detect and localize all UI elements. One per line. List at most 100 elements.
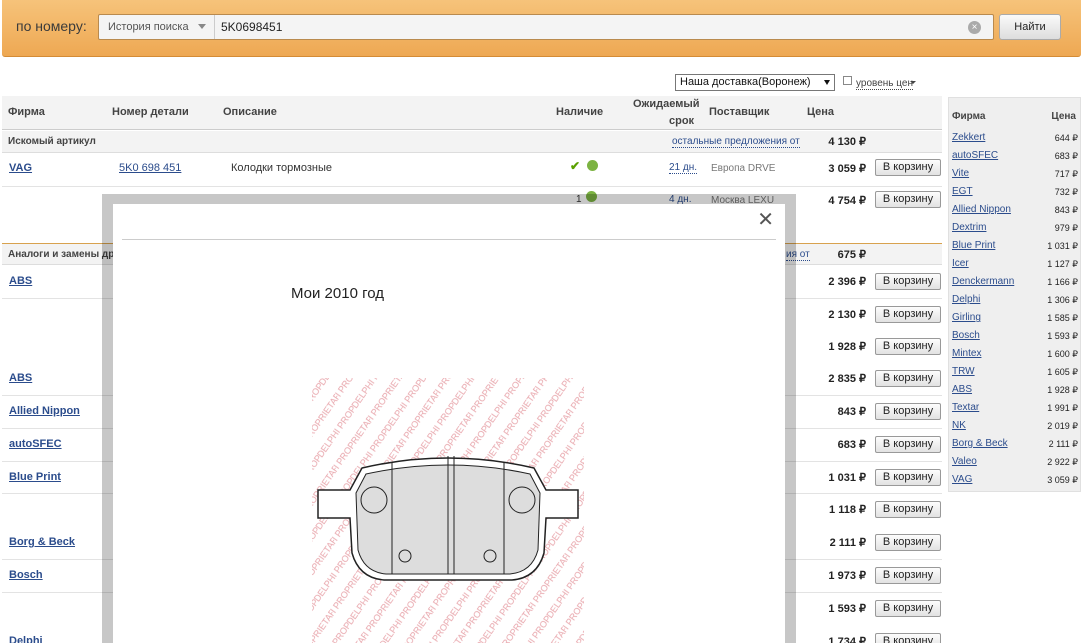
sidebar-item[interactable]: Zekkert 644 ₽: [949, 129, 1082, 147]
sidebar-item[interactable]: autoSFEC 683 ₽: [949, 147, 1082, 165]
sidebar-brand-link[interactable]: Icer: [952, 258, 969, 269]
sidebar-item[interactable]: NK 2 019 ₽: [949, 417, 1082, 435]
sidebar-price: 1 166 ₽: [1047, 277, 1078, 287]
chevron-down-icon: [198, 24, 206, 29]
add-to-cart-button[interactable]: В корзину: [875, 191, 941, 208]
sidebar-brand-link[interactable]: Bosch: [952, 330, 980, 341]
modal-divider: [122, 239, 776, 240]
add-to-cart-button[interactable]: В корзину: [875, 338, 941, 355]
brand-link[interactable]: Bosch: [9, 569, 43, 581]
sidebar-brand-link[interactable]: Denckermann: [952, 276, 1014, 287]
brand-link[interactable]: VAG: [9, 162, 32, 174]
sidebar-item[interactable]: VAG 3 059 ₽: [949, 471, 1082, 489]
sidebar-item[interactable]: TRW 1 605 ₽: [949, 363, 1082, 381]
sidebar-item[interactable]: ABS 1 928 ₽: [949, 381, 1082, 399]
sidebar-brand-link[interactable]: Allied Nippon: [952, 204, 1011, 215]
brand-link[interactable]: Allied Nippon: [9, 405, 80, 417]
sidebar-brand-link[interactable]: NK: [952, 420, 966, 431]
add-to-cart-button[interactable]: В корзину: [875, 501, 941, 518]
sidebar-header-price: Цена: [1051, 111, 1076, 122]
sidebar-item[interactable]: Allied Nippon 843 ₽: [949, 201, 1082, 219]
add-to-cart-button[interactable]: В корзину: [875, 600, 941, 617]
add-to-cart-button[interactable]: В корзину: [875, 273, 941, 290]
price-sidebar: Фирма Цена Zekkert 644 ₽ autoSFEC 683 ₽ Vite…: [948, 97, 1081, 492]
brand-link[interactable]: Delphi: [9, 635, 43, 643]
header-expected: Ожидаемый: [633, 98, 700, 110]
price: 4 754 ₽: [828, 195, 866, 207]
price: 2 130 ₽: [828, 309, 866, 321]
brand-link[interactable]: autoSFEC: [9, 438, 62, 450]
sidebar-brand-link[interactable]: Delphi: [952, 294, 980, 305]
header-description: Описание: [223, 106, 277, 118]
find-button[interactable]: Найти: [999, 14, 1061, 40]
delivery-days[interactable]: 21 дн.: [669, 162, 698, 174]
brand-link[interactable]: ABS: [9, 372, 32, 384]
sidebar-brand-link[interactable]: ABS: [952, 384, 972, 395]
add-to-cart-button[interactable]: В корзину: [875, 403, 941, 420]
price: 1 031 ₽: [828, 472, 866, 484]
price-level-link[interactable]: уровень цен: [856, 78, 913, 90]
add-to-cart-button[interactable]: В корзину: [875, 534, 941, 551]
add-to-cart-button[interactable]: В корзину: [875, 436, 941, 453]
section-title: Аналоги и замены др: [8, 249, 115, 260]
sidebar-brand-link[interactable]: Borg & Beck: [952, 438, 1008, 449]
sidebar-brand-link[interactable]: Blue Print: [952, 240, 995, 251]
part-number-link[interactable]: 5K0 698 451: [119, 162, 181, 174]
sidebar-price: 1 306 ₽: [1047, 295, 1078, 305]
sidebar-item[interactable]: Girling 1 585 ₽: [949, 309, 1082, 327]
add-to-cart-button[interactable]: В корзину: [875, 633, 941, 643]
sidebar-brand-link[interactable]: Textar: [952, 402, 979, 413]
sidebar-price: 979 ₽: [1054, 223, 1078, 233]
add-to-cart-button[interactable]: В корзину: [875, 567, 941, 584]
sidebar-brand-link[interactable]: Mintex: [952, 348, 981, 359]
brand-link[interactable]: Blue Print: [9, 471, 61, 483]
sidebar-brand-link[interactable]: Valeo: [952, 456, 977, 467]
price: 2 111 ₽: [829, 537, 866, 549]
sidebar-item[interactable]: Vite 717 ₽: [949, 165, 1082, 183]
sidebar-item[interactable]: Borg & Beck 2 111 ₽: [949, 435, 1082, 453]
brand-link[interactable]: ABS: [9, 275, 32, 287]
sidebar-item[interactable]: Blue Print 1 031 ₽: [949, 237, 1082, 255]
sidebar-brand-link[interactable]: autoSFEC: [952, 150, 998, 161]
sidebar-item[interactable]: Textar 1 991 ₽: [949, 399, 1082, 417]
brand-link[interactable]: Borg & Beck: [9, 536, 75, 548]
sidebar-item[interactable]: Valeo 2 922 ₽: [949, 453, 1082, 471]
sidebar-item[interactable]: Mintex 1 600 ₽: [949, 345, 1082, 363]
clear-icon[interactable]: ×: [968, 21, 981, 34]
other-offers-link[interactable]: остальные предложения от: [672, 136, 800, 148]
brake-pad-image: DELPHI PROPRIETARY DELPHI PROPRIETARY: [312, 378, 584, 643]
sidebar-price: 683 ₽: [1054, 151, 1078, 161]
delivery-select[interactable]: Наша доставка(Воронеж): [675, 74, 835, 91]
price-level-checkbox[interactable]: [843, 76, 852, 85]
search-input[interactable]: История поиска 5K0698451 ×: [98, 14, 994, 40]
add-to-cart-button[interactable]: В корзину: [875, 306, 941, 323]
sidebar-brand-link[interactable]: VAG: [952, 474, 972, 485]
sidebar-item[interactable]: EGT 732 ₽: [949, 183, 1082, 201]
sidebar-brand-link[interactable]: EGT: [952, 186, 973, 197]
sidebar-item[interactable]: Icer 1 127 ₽: [949, 255, 1082, 273]
add-to-cart-button[interactable]: В корзину: [875, 159, 941, 176]
price: 1 973 ₽: [828, 570, 866, 582]
supplier: Европа DRVE: [711, 163, 776, 174]
price: 2 835 ₽: [828, 373, 866, 385]
sidebar-price: 843 ₽: [1054, 205, 1078, 215]
sidebar-item[interactable]: Dextrim 979 ₽: [949, 219, 1082, 237]
sidebar-item[interactable]: Denckermann 1 166 ₽: [949, 273, 1082, 291]
sidebar-brand-link[interactable]: Girling: [952, 312, 981, 323]
sidebar-price: 2 922 ₽: [1047, 457, 1078, 467]
search-history-label: История поиска: [108, 21, 189, 33]
sidebar-item[interactable]: Bosch 1 593 ₽: [949, 327, 1082, 345]
sidebar-item[interactable]: Delphi 1 306 ₽: [949, 291, 1082, 309]
price: 1 928 ₽: [828, 341, 866, 353]
delivery-select-value: Наша доставка(Воронеж): [680, 76, 811, 88]
close-icon[interactable]: ✕: [757, 210, 774, 230]
sidebar-brand-link[interactable]: TRW: [952, 366, 975, 377]
add-to-cart-button[interactable]: В корзину: [875, 469, 941, 486]
sidebar-brand-link[interactable]: Dextrim: [952, 222, 986, 233]
sidebar-brand-link[interactable]: Zekkert: [952, 132, 985, 143]
add-to-cart-button[interactable]: В корзину: [875, 370, 941, 387]
sidebar-brand-link[interactable]: Vite: [952, 168, 969, 179]
search-history-dropdown[interactable]: История поиска: [99, 15, 215, 39]
search-query[interactable]: 5K0698451: [221, 20, 282, 34]
price: 843 ₽: [837, 406, 866, 418]
